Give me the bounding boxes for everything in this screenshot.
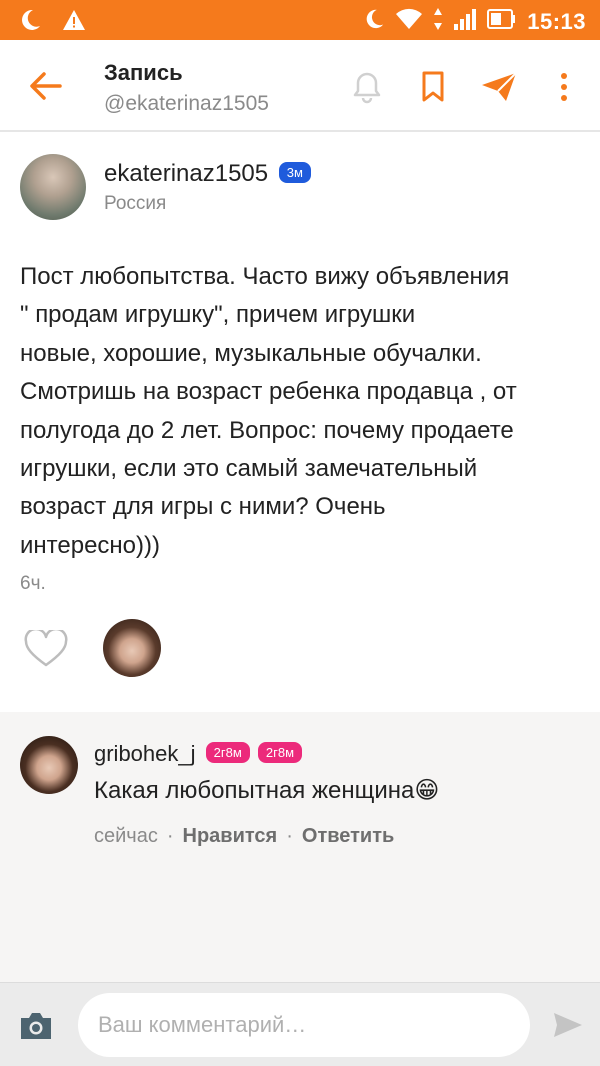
signal-icon xyxy=(453,7,477,36)
page-title: Запись xyxy=(104,60,183,85)
attach-photo-button[interactable] xyxy=(18,1011,54,1041)
send-icon xyxy=(554,1013,582,1037)
post-text-line: полугода до 2 лет. Вопрос: почему продае… xyxy=(20,416,514,444)
comment-reply-button[interactable]: Ответить xyxy=(302,825,394,847)
page-subtitle: @ekaterinaz1505 xyxy=(104,92,269,115)
post-text-line: возраст для игры с ними? Очень xyxy=(20,493,386,521)
comment-meta: сейчас · Нравится · Ответить xyxy=(94,825,394,848)
send-icon xyxy=(482,72,517,101)
post-text-line: интересно))) xyxy=(20,531,161,559)
arrow-left-icon xyxy=(30,72,62,100)
more-options-button[interactable] xyxy=(552,70,576,104)
camera-icon xyxy=(21,1013,51,1039)
send-comment-button[interactable] xyxy=(552,1011,584,1039)
post-author-username[interactable]: ekaterinaz1505 xyxy=(104,160,268,187)
comment-time: сейчас xyxy=(94,825,158,847)
notifications-button[interactable] xyxy=(350,70,384,104)
account-age-badge: 2г8м xyxy=(257,742,303,763)
post-author-name[interactable]: ekaterinaz1505 3м xyxy=(104,160,311,188)
account-age-badge: 2г8м xyxy=(205,742,250,763)
post-text-line: новые, хорошие, музыкальные обучалки. xyxy=(20,339,482,367)
status-time: 15:13 xyxy=(527,8,586,34)
post-author-avatar[interactable] xyxy=(20,154,86,220)
post-author-location: Россия xyxy=(104,193,167,214)
more-vertical-icon xyxy=(561,73,567,101)
data-transfer-icon xyxy=(433,7,443,36)
separator-dot: · xyxy=(166,825,174,847)
post-text-line: игрушки, если это самый замечательный xyxy=(20,455,478,483)
liker-avatar[interactable] xyxy=(103,619,161,677)
bookmark-button[interactable] xyxy=(416,70,450,104)
comment-text: Какая любопытная женщина😁 xyxy=(94,777,440,804)
heart-icon xyxy=(24,627,68,667)
back-button[interactable] xyxy=(28,70,64,102)
status-right-icons: 15:13 xyxy=(363,7,586,36)
comment-input[interactable] xyxy=(78,993,530,1057)
comment-author-username[interactable]: gribohek_j xyxy=(94,741,196,766)
wifi-icon xyxy=(395,7,423,36)
bell-icon xyxy=(353,72,381,104)
share-button[interactable] xyxy=(480,70,517,104)
status-bar: 15:13 xyxy=(0,0,600,40)
separator-dot: · xyxy=(286,825,293,847)
post-text-line: Пост любопытства. Часто вижу объявления xyxy=(20,263,510,290)
moon-icon xyxy=(18,8,42,37)
warning-icon xyxy=(62,9,86,36)
comment-author-avatar[interactable] xyxy=(20,736,78,794)
post-body: Пост любопытства. Часто вижу объявления … xyxy=(20,258,586,565)
battery-icon xyxy=(487,8,517,35)
post-timestamp: 6ч. xyxy=(20,573,46,594)
moon-icon xyxy=(363,8,385,35)
app-header: Запись @ekaterinaz1505 xyxy=(0,40,600,132)
account-age-badge: 3м xyxy=(278,162,311,183)
post-text-line: " продам игрушку", причем игрушки xyxy=(20,301,416,329)
post-text-line: Смотришь на возраст ребенка продавца , о… xyxy=(20,378,517,406)
bookmark-icon xyxy=(422,71,444,102)
comment-author-name[interactable]: gribohek_j 2г8м 2г8м xyxy=(94,741,303,767)
comment-input-bar xyxy=(0,982,600,1066)
status-left-icons xyxy=(18,8,86,37)
comment-like-button[interactable]: Нравится xyxy=(183,825,278,847)
like-button[interactable] xyxy=(24,627,68,668)
